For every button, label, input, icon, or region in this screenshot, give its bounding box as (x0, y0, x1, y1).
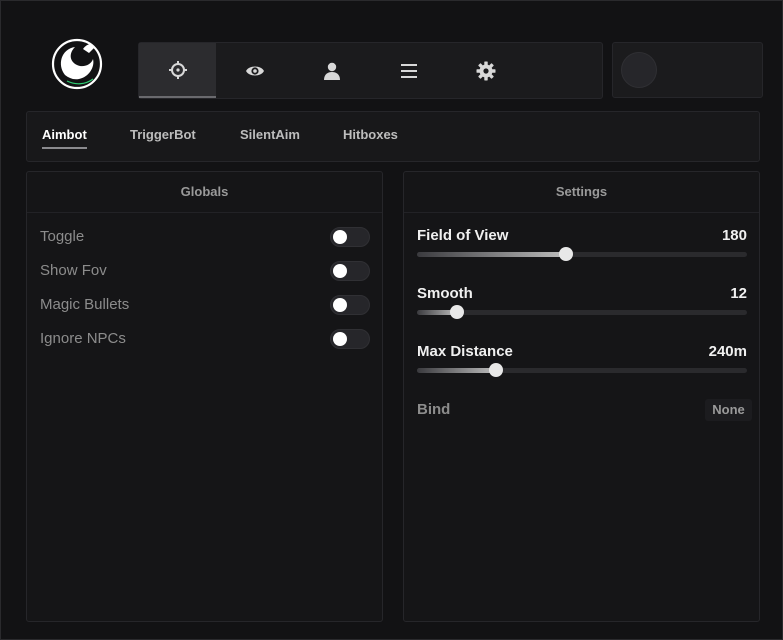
option-label: Show Fov (40, 262, 107, 279)
slider-thumb[interactable] (489, 363, 504, 377)
toggle-switch[interactable] (330, 261, 370, 281)
subtab-bar: Aimbot TriggerBot SilentAim Hitboxes (26, 111, 760, 162)
option-ignore-npcs: Ignore NPCs (40, 328, 370, 350)
option-toggle: Toggle (40, 226, 370, 248)
slider-value: 12 (730, 285, 747, 302)
slider-track[interactable] (417, 305, 747, 319)
settings-title: Settings (404, 172, 759, 213)
toggle-switch[interactable] (330, 295, 370, 315)
settings-panel: Settings Field of View 180 Smooth 12 Max… (403, 171, 760, 622)
slider-label: Smooth (417, 285, 473, 302)
toggle-knob (333, 332, 347, 346)
slider-track[interactable] (417, 247, 747, 261)
bind-label: Bind (417, 401, 451, 418)
option-magic-bullets: Magic Bullets (40, 294, 370, 316)
slider-value: 180 (721, 227, 747, 244)
tab-visuals[interactable] (216, 43, 293, 98)
profile-box (612, 42, 763, 98)
crosshair-icon (168, 60, 187, 79)
subtab-triggerbot[interactable]: TriggerBot (130, 127, 196, 147)
slider-fill (417, 252, 566, 257)
toggle-switch[interactable] (330, 329, 370, 349)
slider-value: 240m (708, 343, 747, 360)
option-label: Ignore NPCs (40, 330, 126, 347)
slider-track[interactable] (417, 363, 747, 377)
tab-player[interactable] (293, 43, 370, 98)
main-nav-bar (138, 42, 603, 99)
slider-fill (417, 368, 497, 373)
globals-panel: Globals Toggle Show Fov Magic Bullets Ig… (26, 171, 383, 622)
avatar[interactable] (621, 52, 657, 88)
toggle-knob (333, 230, 347, 244)
bind-button[interactable]: None (705, 399, 752, 421)
option-label: Magic Bullets (40, 296, 130, 313)
subtab-aimbot[interactable]: Aimbot (42, 127, 87, 149)
app-window: Aimbot TriggerBot SilentAim Hitboxes Glo… (0, 0, 783, 640)
subtab-silentaim[interactable]: SilentAim (240, 127, 300, 147)
list-icon (400, 63, 417, 78)
globals-title: Globals (27, 172, 382, 213)
slider-field-of-view: Field of View 180 (417, 227, 747, 267)
eye-icon (245, 66, 264, 75)
user-icon (323, 62, 340, 80)
tab-misc[interactable] (370, 43, 447, 98)
gear-icon (476, 61, 495, 80)
slider-thumb[interactable] (558, 247, 573, 261)
squirrel-logo-icon (47, 35, 107, 93)
option-label: Toggle (40, 228, 85, 245)
tab-settings[interactable] (447, 43, 524, 98)
subtab-hitboxes[interactable]: Hitboxes (343, 127, 398, 147)
toggle-knob (333, 298, 347, 312)
option-show-fov: Show Fov (40, 260, 370, 282)
tab-aimbot[interactable] (139, 43, 216, 98)
slider-label: Field of View (417, 227, 509, 244)
toggle-knob (333, 264, 347, 278)
slider-label: Max Distance (417, 343, 513, 360)
slider-thumb[interactable] (449, 305, 464, 319)
toggle-switch[interactable] (330, 227, 370, 247)
slider-max-distance: Max Distance 240m (417, 343, 747, 383)
slider-smooth: Smooth 12 (417, 285, 747, 325)
